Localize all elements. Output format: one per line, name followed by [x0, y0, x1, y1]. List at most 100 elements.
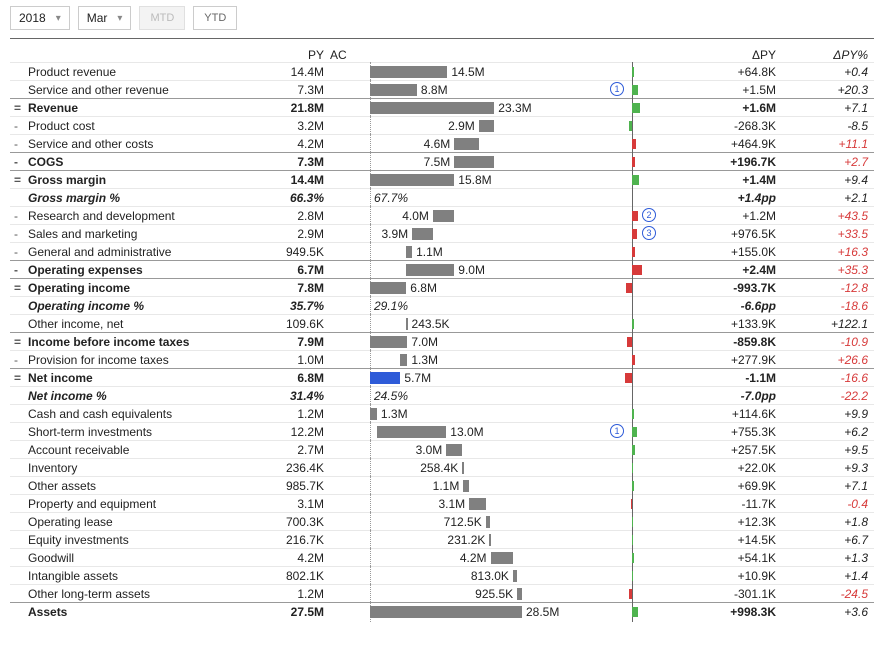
- ac-value: 29.1%: [374, 299, 408, 313]
- col-dpyp: ΔPY%: [782, 48, 870, 62]
- year-select[interactable]: 2018 ▾: [10, 6, 70, 30]
- table-row: -Provision for income taxes1.0M1.3M+277.…: [10, 350, 874, 368]
- table-row: Goodwill4.2M4.2M+54.1K+1.3: [10, 548, 874, 566]
- py-value: 35.7%: [224, 299, 330, 313]
- table-row: -Operating expenses6.7M9.0M+2.4M+35.3: [10, 260, 874, 278]
- delta-bar-cell: 1: [522, 423, 682, 441]
- delta-pct-value: +122.1: [782, 317, 870, 331]
- py-value: 216.7K: [224, 533, 330, 547]
- ac-bar-cell: 1.1M: [330, 477, 522, 495]
- line-item-label: =Gross margin: [10, 173, 224, 187]
- ac-bar-cell: 24.5%: [330, 387, 522, 405]
- delta-pct-value: +16.3: [782, 245, 870, 259]
- ac-value: 1.1M: [433, 479, 460, 493]
- delta-value: +54.1K: [682, 551, 782, 565]
- ac-value: 1.3M: [381, 407, 408, 421]
- chevron-down-icon: ▾: [117, 13, 122, 24]
- delta-pct-value: +6.7: [782, 533, 870, 547]
- delta-bar-cell: 3: [522, 225, 682, 243]
- delta-bar-cell: [522, 351, 682, 369]
- delta-pct-value: +3.6: [782, 605, 870, 619]
- line-item-label: Service and other revenue: [10, 83, 224, 97]
- annotation-badge[interactable]: 1: [610, 424, 624, 438]
- ac-value: 3.9M: [381, 227, 408, 241]
- delta-value: +464.9K: [682, 137, 782, 151]
- delta-value: +196.7K: [682, 155, 782, 169]
- annotation-badge[interactable]: 2: [642, 208, 656, 222]
- ytd-label: YTD: [204, 12, 226, 24]
- ac-bar-cell: 3.1M: [330, 495, 522, 513]
- ac-value: 712.5K: [444, 515, 482, 529]
- annotation-badge[interactable]: 1: [610, 82, 624, 96]
- table-row: Cash and cash equivalents1.2M1.3M+114.6K…: [10, 404, 874, 422]
- line-item-label: Net income %: [10, 389, 224, 403]
- ac-value: 7.5M: [424, 155, 451, 169]
- ac-bar-cell: 258.4K: [330, 459, 522, 477]
- delta-bar-cell: [522, 567, 682, 585]
- ac-value: 6.8M: [410, 281, 437, 295]
- py-value: 14.4M: [224, 65, 330, 79]
- delta-pct-value: -8.5: [782, 119, 870, 133]
- delta-value: +14.5K: [682, 533, 782, 547]
- py-value: 12.2M: [224, 425, 330, 439]
- delta-value: +998.3K: [682, 605, 782, 619]
- line-item-label: Account receivable: [10, 443, 224, 457]
- py-value: 7.9M: [224, 335, 330, 349]
- delta-value: +64.8K: [682, 65, 782, 79]
- delta-bar-cell: [522, 315, 682, 333]
- delta-value: -7.0pp: [682, 389, 782, 403]
- ac-bar-cell: 3.9M: [330, 225, 522, 243]
- line-item-label: Goodwill: [10, 551, 224, 565]
- ac-bar-cell: 13.0M: [330, 423, 522, 441]
- py-value: 949.5K: [224, 245, 330, 259]
- py-value: 6.7M: [224, 263, 330, 277]
- month-value: Mar: [87, 11, 108, 25]
- delta-pct-value: +43.5: [782, 209, 870, 223]
- delta-value: +1.2M: [682, 209, 782, 223]
- annotation-badge[interactable]: 3: [642, 226, 656, 240]
- table-row: Intangible assets802.1K813.0K+10.9K+1.4: [10, 566, 874, 584]
- ac-value: 3.1M: [439, 497, 466, 511]
- table-row: Account receivable2.7M3.0M+257.5K+9.5: [10, 440, 874, 458]
- py-value: 1.2M: [224, 587, 330, 601]
- ac-bar-cell: 712.5K: [330, 513, 522, 531]
- ac-bar-cell: 23.3M: [330, 99, 522, 117]
- line-item-label: Other assets: [10, 479, 224, 493]
- delta-value: +1.5M: [682, 83, 782, 97]
- delta-bar-cell: [522, 99, 682, 117]
- ac-bar-cell: 8.8M: [330, 81, 522, 99]
- delta-bar-cell: [522, 333, 682, 351]
- py-value: 27.5M: [224, 605, 330, 619]
- delta-value: +2.4M: [682, 263, 782, 277]
- line-item-label: Gross margin %: [10, 191, 224, 205]
- delta-bar-cell: [522, 369, 682, 387]
- ac-bar-cell: 6.8M: [330, 279, 522, 297]
- mtd-button[interactable]: MTD: [139, 6, 185, 30]
- col-py: PY: [224, 48, 330, 62]
- py-value: 700.3K: [224, 515, 330, 529]
- delta-bar-cell: [522, 387, 682, 405]
- py-value: 2.8M: [224, 209, 330, 223]
- delta-pct-value: +20.3: [782, 83, 870, 97]
- delta-value: -301.1K: [682, 587, 782, 601]
- ac-bar-cell: 15.8M: [330, 171, 522, 189]
- delta-value: +976.5K: [682, 227, 782, 241]
- ytd-button[interactable]: YTD: [193, 6, 237, 30]
- delta-value: +22.0K: [682, 461, 782, 475]
- table-row: Property and equipment3.1M3.1M-11.7K-0.4: [10, 494, 874, 512]
- line-item-label: Assets: [10, 605, 224, 619]
- delta-pct-value: +7.1: [782, 101, 870, 115]
- ac-bar-cell: 813.0K: [330, 567, 522, 585]
- line-item-label: Cash and cash equivalents: [10, 407, 224, 421]
- delta-pct-value: +1.8: [782, 515, 870, 529]
- py-value: 31.4%: [224, 389, 330, 403]
- delta-bar-cell: [522, 549, 682, 567]
- month-select[interactable]: Mar ▾: [78, 6, 132, 30]
- ac-value: 3.0M: [416, 443, 443, 457]
- table-row: Other long-term assets1.2M925.5K-301.1K-…: [10, 584, 874, 602]
- line-item-label: -Sales and marketing: [10, 227, 224, 241]
- py-value: 985.7K: [224, 479, 330, 493]
- delta-value: +155.0K: [682, 245, 782, 259]
- line-item-label: -Research and development: [10, 209, 224, 223]
- delta-pct-value: -22.2: [782, 389, 870, 403]
